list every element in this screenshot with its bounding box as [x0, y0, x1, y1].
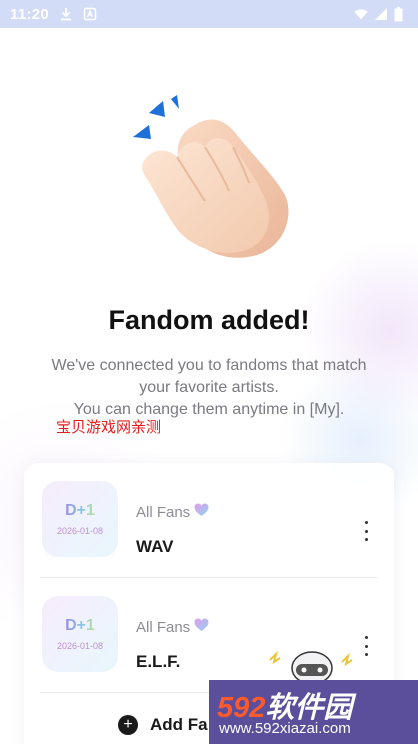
fandom-name: WAV — [136, 537, 174, 556]
battery-icon — [394, 7, 408, 22]
dday-badge: D+1 2026-01-08 — [42, 481, 118, 557]
download-icon — [59, 7, 73, 21]
page-subtitle: We've connected you to fandoms that matc… — [20, 355, 398, 421]
fandom-name: E.L.F. — [136, 652, 181, 671]
subtitle-line-2: your favorite artists. — [139, 379, 279, 396]
add-fandom-button[interactable]: + Add Fa — [118, 715, 208, 735]
more-options-icon[interactable] — [360, 521, 372, 541]
page-title: Fandom added! — [108, 305, 310, 335]
plus-icon: + — [118, 715, 138, 735]
status-bar: 11:20 — [0, 0, 418, 28]
fan-tag-label: All Fans — [136, 618, 191, 636]
wifi-icon — [354, 7, 368, 21]
dday-date: 2026-01-08 — [56, 526, 104, 536]
subtitle-line-1: We've connected you to fandoms that matc… — [51, 357, 367, 374]
dday-label: D+1 — [65, 502, 95, 519]
fan-tag: All Fans — [136, 503, 209, 521]
divider — [40, 577, 378, 578]
fan-tag: All Fans — [136, 618, 209, 636]
status-time: 11:20 — [10, 5, 50, 23]
more-options-icon[interactable] — [360, 636, 372, 656]
watermark-text: 宝贝游戏网亲测 — [56, 418, 162, 436]
app-notification-icon — [83, 7, 97, 21]
signal-icon — [374, 7, 388, 21]
dday-badge: D+1 2026-01-08 — [42, 596, 118, 672]
site-watermark-banner: 592软件园 www.592xiazai.com — [209, 680, 418, 744]
heart-icon — [194, 618, 209, 636]
site-url: www.592xiazai.com — [219, 720, 351, 737]
heart-icon — [194, 503, 209, 521]
fandom-item[interactable]: D+1 2026-01-08 All Fans WAV — [24, 473, 394, 587]
dday-date: 2026-01-08 — [56, 641, 104, 651]
dday-label: D+1 — [65, 617, 95, 634]
add-fandom-label: Add Fa — [150, 715, 208, 734]
clapping-hands-icon — [125, 95, 295, 265]
fan-tag-label: All Fans — [136, 503, 191, 521]
